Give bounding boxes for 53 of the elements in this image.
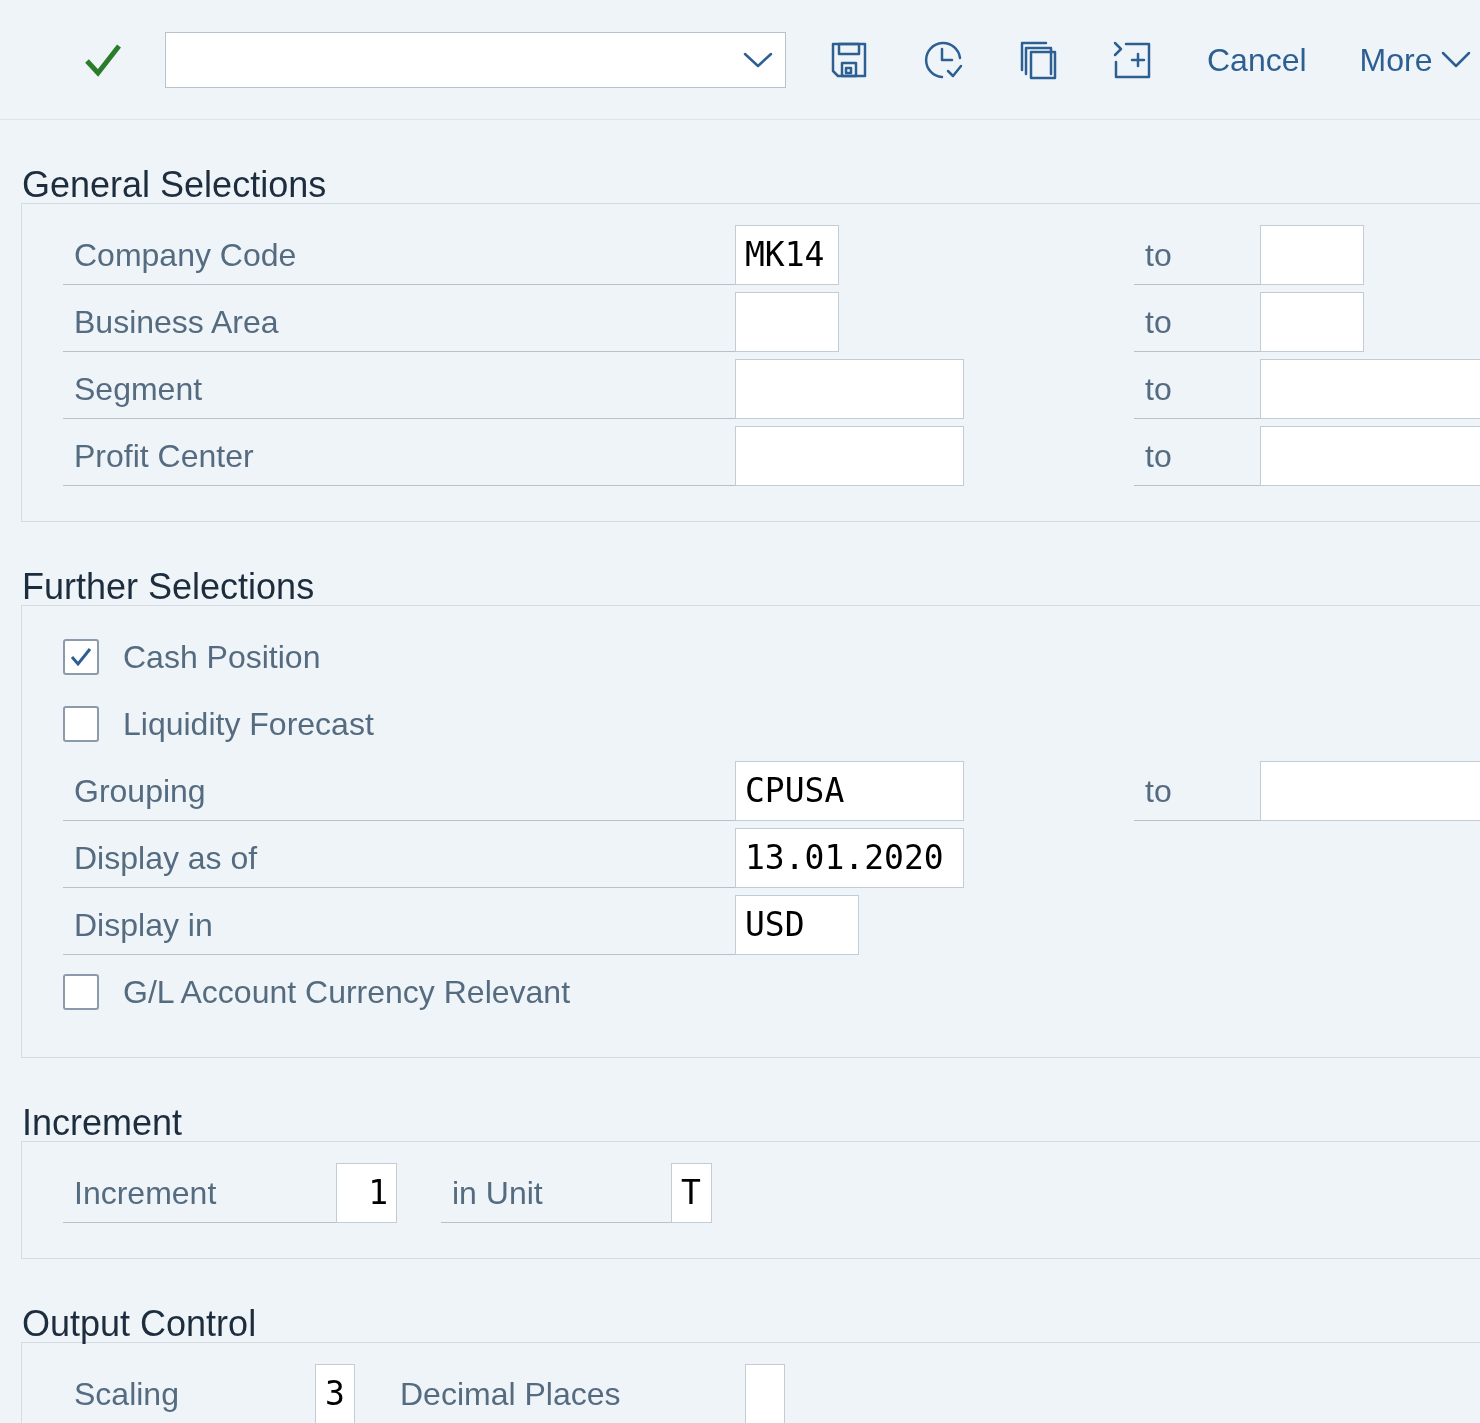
input-field[interactable]: 1: [336, 1163, 397, 1223]
field-label: Increment: [74, 1173, 217, 1213]
section-title: Further Selections: [22, 569, 315, 605]
field-label: Business Area: [74, 302, 279, 342]
field-label: Display as of: [74, 838, 258, 878]
section-title: General Selections: [22, 167, 327, 203]
checkbox-label: Cash Position: [123, 638, 321, 677]
chevron-down-icon: [743, 51, 773, 68]
command-dropdown[interactable]: [165, 31, 786, 88]
checkbox[interactable]: [63, 706, 99, 742]
input-field[interactable]: [735, 359, 964, 419]
field-label: in Unit: [452, 1173, 543, 1213]
field-label: to: [1145, 369, 1172, 409]
field-label: to: [1145, 302, 1172, 342]
input-field[interactable]: [735, 426, 964, 486]
input-field[interactable]: 13.01.2020: [735, 828, 964, 888]
clock-check-icon[interactable]: [924, 39, 964, 80]
checkbox-label: Liquidity Forecast: [123, 705, 374, 744]
field-label: Company Code: [74, 235, 297, 275]
input-field[interactable]: MK14: [735, 225, 839, 285]
check-icon: [69, 646, 93, 668]
field-label: to: [1145, 235, 1172, 275]
input-field[interactable]: [735, 292, 839, 352]
input-field[interactable]: T: [671, 1163, 712, 1223]
input-field[interactable]: [1260, 225, 1364, 285]
cancel-button[interactable]: Cancel: [1207, 43, 1307, 76]
field-label: Decimal Places: [400, 1374, 621, 1414]
input-field[interactable]: [1260, 761, 1480, 821]
input-field[interactable]: [745, 1364, 785, 1423]
save-icon[interactable]: [830, 40, 868, 79]
section-title: Increment: [22, 1105, 183, 1141]
field-label: Display in: [74, 905, 213, 945]
field-label: Profit Center: [74, 436, 254, 476]
add-entry-icon[interactable]: [1112, 39, 1152, 80]
checkbox[interactable]: [63, 974, 99, 1010]
input-field[interactable]: [1260, 359, 1480, 419]
input-field[interactable]: USD: [735, 895, 859, 955]
checkmark-icon[interactable]: [84, 42, 122, 77]
section-title: Output Control: [22, 1306, 257, 1342]
field-label: to: [1145, 771, 1172, 811]
checkbox-label: G/L Account Currency Relevant: [123, 973, 571, 1012]
field-label: Segment: [74, 369, 203, 409]
field-label: Grouping: [74, 771, 206, 811]
more-button[interactable]: More: [1359, 43, 1471, 76]
input-field[interactable]: [1260, 426, 1480, 486]
field-label: to: [1145, 436, 1172, 476]
chevron-down-icon: [1440, 50, 1471, 69]
input-field[interactable]: 3: [315, 1364, 355, 1423]
input-field[interactable]: [1260, 292, 1364, 352]
field-label: Scaling: [74, 1374, 179, 1414]
copy-icon[interactable]: [1018, 39, 1058, 80]
checkbox[interactable]: [63, 639, 99, 675]
input-field[interactable]: CPUSA: [735, 761, 964, 821]
